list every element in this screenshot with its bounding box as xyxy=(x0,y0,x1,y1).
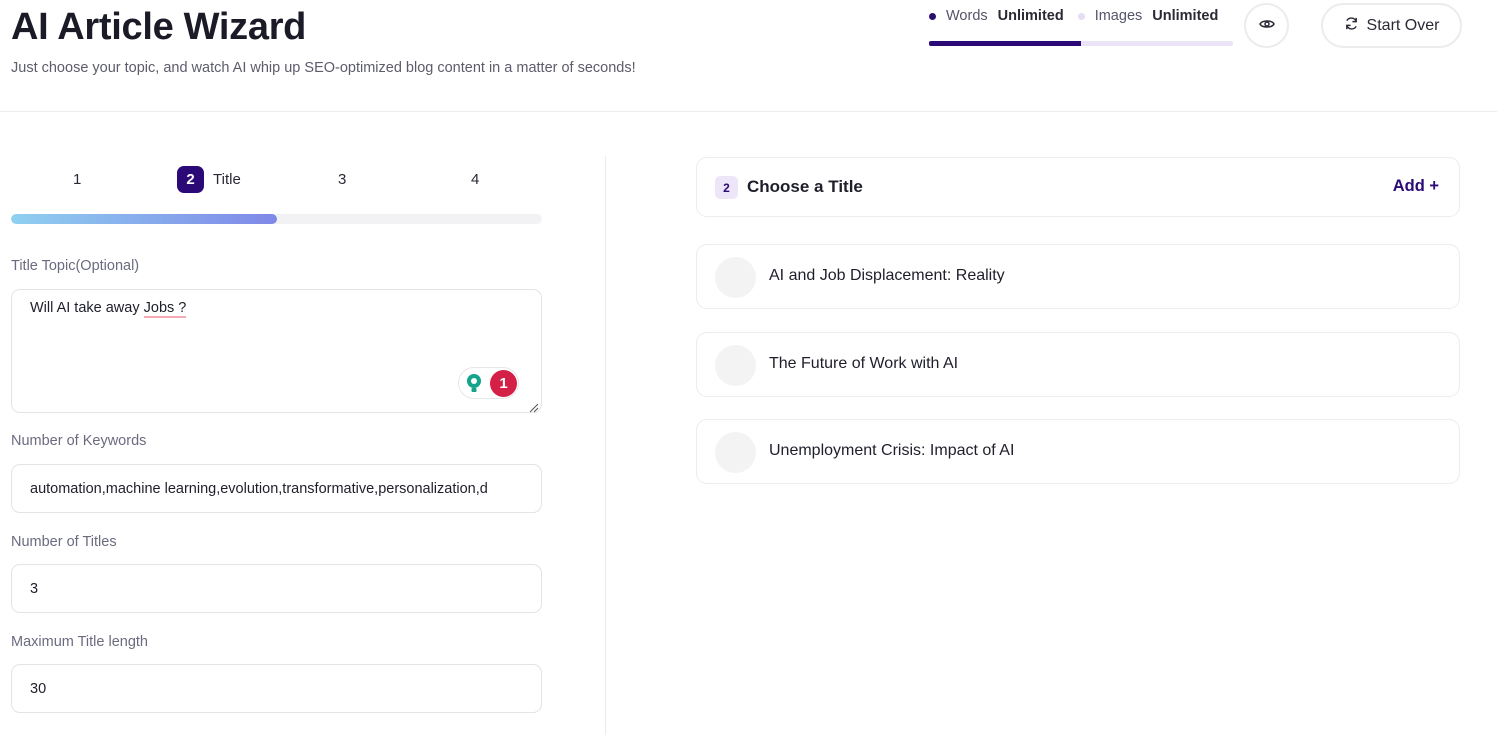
usage-bar xyxy=(929,41,1233,46)
max-title-length-value: 30 xyxy=(30,680,47,697)
step-number: 4 xyxy=(471,170,480,188)
start-over-label: Start Over xyxy=(1366,16,1440,34)
step-1[interactable]: 1 xyxy=(73,164,81,194)
page-header: AI Article Wizard Just choose your topic… xyxy=(0,0,1497,112)
step-number: 3 xyxy=(338,170,347,188)
words-label: Words xyxy=(946,8,988,24)
page-subtitle: Just choose your topic, and watch AI whi… xyxy=(11,60,636,76)
max-title-length-input[interactable]: 30 xyxy=(11,664,542,713)
start-over-button[interactable]: Start Over xyxy=(1321,3,1462,48)
step-3[interactable]: 3 xyxy=(338,164,346,194)
images-value: Unlimited xyxy=(1152,8,1219,24)
usage-meter: Words Unlimited Images Unlimited xyxy=(929,7,1233,47)
title-option-text: The Future of Work with AI xyxy=(769,355,959,372)
keywords-label: Number of Keywords xyxy=(11,433,147,449)
choose-title-header: 2 Choose a Title Add + xyxy=(696,157,1460,217)
preview-button[interactable] xyxy=(1244,3,1289,48)
refresh-icon xyxy=(1344,16,1367,36)
add-title-button[interactable]: Add + xyxy=(1393,177,1439,196)
step-number: 1 xyxy=(73,170,82,188)
max-title-length-label: Maximum Title length xyxy=(11,634,148,650)
titles-count-input[interactable]: 3 xyxy=(11,564,542,613)
title-option-text: Unemployment Crisis: Impact of AI xyxy=(769,442,1015,459)
step-2[interactable]: 2 Title xyxy=(177,164,241,194)
step-number-badge: 2 xyxy=(715,176,738,199)
usage-bar-fill xyxy=(929,41,1081,46)
resize-handle-icon[interactable] xyxy=(529,400,539,413)
wizard-steps: 1 2 Title 3 4 xyxy=(11,164,542,194)
title-option-2[interactable]: The Future of Work with AI xyxy=(696,332,1460,397)
images-label: Images xyxy=(1094,8,1143,24)
title-topic-label: Title Topic(Optional) xyxy=(11,258,140,274)
column-divider xyxy=(605,156,606,735)
step-4[interactable]: 4 xyxy=(471,164,479,194)
eye-icon xyxy=(1258,17,1275,35)
images-dot-icon xyxy=(1077,12,1085,20)
radio-icon[interactable] xyxy=(715,257,756,298)
page-title: AI Article Wizard xyxy=(11,6,307,48)
grammarly-widget[interactable]: 1 xyxy=(458,367,519,399)
step-number-badge: 2 xyxy=(177,165,204,193)
words-value: Unlimited xyxy=(997,8,1064,24)
title-option-1[interactable]: AI and Job Displacement: Reality xyxy=(696,244,1460,309)
wizard-progress-bar xyxy=(11,214,542,224)
words-dot-icon xyxy=(929,12,936,20)
spelling-flagged-text: Jobs ? xyxy=(143,300,187,318)
wizard-progress-fill xyxy=(11,214,277,224)
keywords-value: automation,machine learning,evolution,tr… xyxy=(30,480,488,497)
grammarly-alert-count: 1 xyxy=(490,369,517,397)
titles-count-label: Number of Titles xyxy=(11,534,117,550)
titles-count-value: 3 xyxy=(30,580,39,597)
radio-icon[interactable] xyxy=(715,345,756,386)
title-option-3[interactable]: Unemployment Crisis: Impact of AI xyxy=(696,419,1460,484)
choose-title-heading: Choose a Title xyxy=(747,177,863,196)
title-option-text: AI and Job Displacement: Reality xyxy=(769,267,1005,284)
step-label: Title xyxy=(213,170,241,188)
lightbulb-icon xyxy=(459,368,489,398)
radio-icon[interactable] xyxy=(715,432,756,473)
title-topic-text: Will AI take away xyxy=(30,300,144,316)
keywords-input[interactable]: automation,machine learning,evolution,tr… xyxy=(11,464,542,513)
